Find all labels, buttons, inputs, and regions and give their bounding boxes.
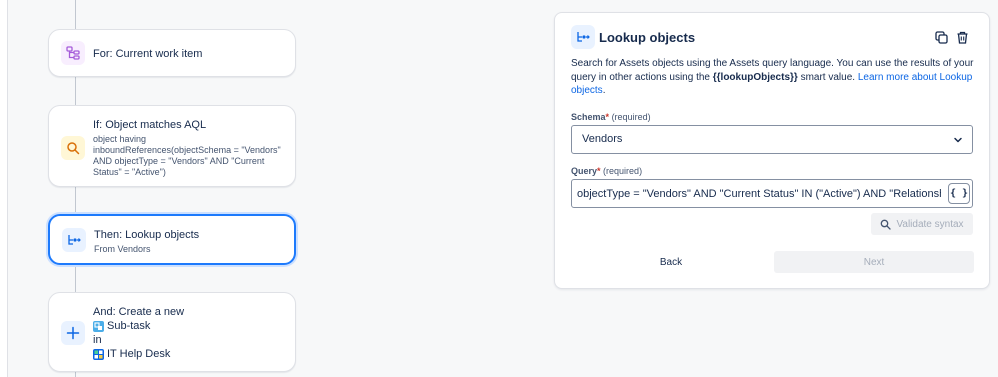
search-icon	[61, 136, 85, 160]
copy-icon[interactable]	[933, 29, 949, 45]
in-label: in	[93, 334, 102, 346]
query-field[interactable]: { }	[571, 179, 973, 208]
flow-node-if[interactable]: If: Object matches AQL object having inb…	[48, 105, 296, 187]
node-source: From Vendors	[94, 244, 151, 254]
smart-value-button[interactable]: { }	[948, 183, 970, 204]
query-input[interactable]	[572, 180, 946, 207]
project-name: IT Help Desk	[107, 348, 171, 360]
subtask-icon	[93, 320, 104, 332]
branch-icon	[61, 41, 85, 65]
query-label: Query* (required)	[571, 166, 643, 176]
validate-syntax-button[interactable]: Validate syntax	[871, 213, 973, 235]
schema-select[interactable]: Vendors	[571, 125, 973, 154]
schema-label: Schema* (required)	[571, 112, 651, 122]
config-panel: Lookup objects Search for Assets objects…	[554, 12, 990, 289]
lookup-icon	[62, 228, 86, 252]
chevron-down-icon	[952, 134, 964, 149]
next-button[interactable]: Next	[774, 251, 974, 273]
search-icon	[881, 219, 892, 230]
node-title: For: Current work item	[93, 48, 203, 60]
project-icon	[93, 348, 104, 360]
plus-icon	[61, 321, 85, 345]
flow-node-lookup[interactable]: Then: Lookup objects From Vendors	[48, 214, 296, 265]
node-title: If: Object matches AQL	[93, 119, 207, 131]
node-aql: object having inboundReferences(objectSc…	[93, 134, 281, 177]
panel-description: Search for Assets objects using the Asse…	[571, 58, 974, 96]
left-edge	[0, 0, 8, 377]
trash-icon[interactable]	[954, 29, 970, 45]
lookup-icon	[571, 25, 595, 49]
schema-value: Vendors	[582, 133, 623, 145]
issue-type: Sub-task	[107, 320, 151, 332]
panel-title: Lookup objects	[599, 30, 696, 45]
smart-value: {{lookupObjects}}	[712, 71, 798, 83]
flow-node-create[interactable]: And: Create a new Sub-task in IT Help De…	[48, 292, 296, 372]
node-title: Then: Lookup objects	[94, 229, 200, 241]
node-title: And: Create a new	[93, 306, 185, 318]
back-button[interactable]: Back	[571, 251, 771, 273]
flow-node-for[interactable]: For: Current work item	[48, 29, 296, 77]
